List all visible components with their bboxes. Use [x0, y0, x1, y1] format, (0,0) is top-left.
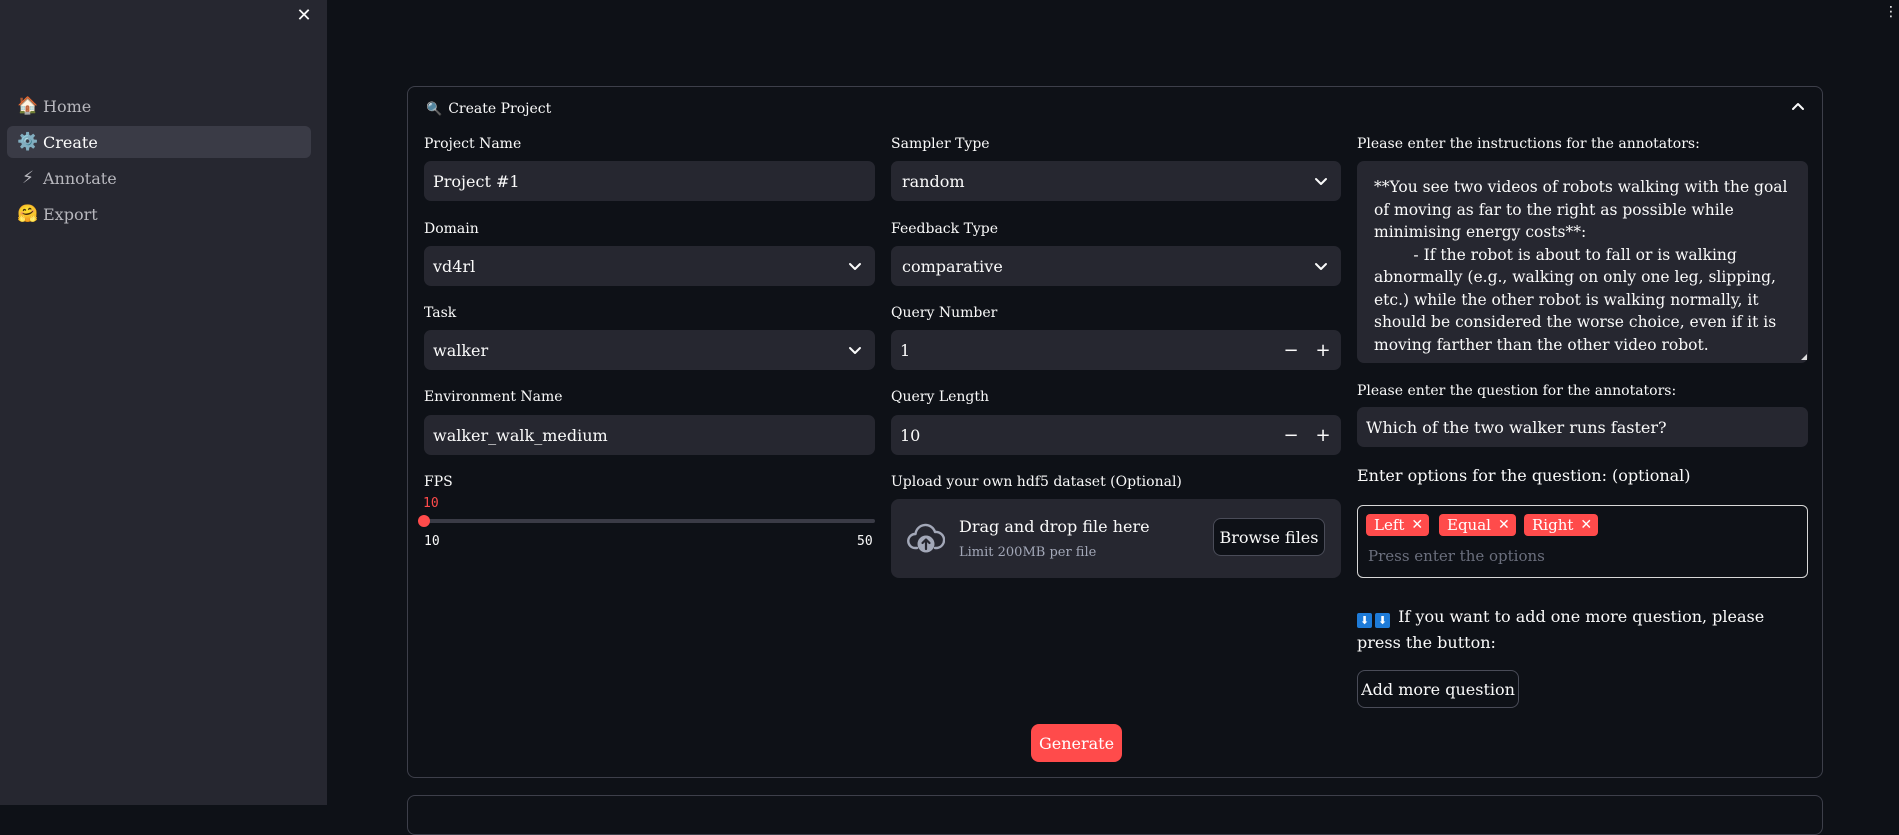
fps-slider-min: 10	[424, 534, 440, 549]
question-label: Please enter the question for the annota…	[1357, 383, 1677, 399]
increment-button[interactable]: +	[1307, 415, 1339, 455]
browse-files-button[interactable]: Browse files	[1213, 518, 1325, 556]
sampler-type-value: random	[902, 171, 965, 191]
option-tag-right: Right ✕	[1524, 514, 1599, 536]
instructions-label: Please enter the instructions for the an…	[1357, 136, 1700, 152]
query-length-label: Query Length	[891, 389, 990, 405]
fps-slider-thumb[interactable]	[418, 515, 430, 527]
hugging-face-icon: 🤗	[17, 204, 39, 224]
chevron-down-icon	[849, 347, 861, 354]
sidebar-item-label: Home	[43, 96, 92, 116]
increment-button[interactable]: +	[1307, 330, 1339, 370]
query-length-input[interactable]: 10 − +	[891, 415, 1341, 455]
feedback-type-label: Feedback Type	[891, 221, 999, 237]
close-sidebar-icon[interactable]: ✕	[294, 6, 314, 26]
environment-input[interactable]: walker_walk_medium	[424, 415, 875, 455]
project-name-label: Project Name	[424, 136, 522, 152]
remove-tag-icon[interactable]: ✕	[1411, 517, 1423, 533]
second-expander[interactable]	[407, 795, 1823, 835]
feedback-type-select[interactable]: comparative	[891, 246, 1341, 286]
question-input[interactable]: Which of the two walker runs faster?	[1357, 407, 1808, 447]
file-uploader-dropzone[interactable]: Drag and drop file here Limit 200MB per …	[891, 499, 1341, 578]
query-number-label: Query Number	[891, 305, 998, 321]
decrement-button[interactable]: −	[1275, 330, 1307, 370]
tag-label: Left	[1374, 516, 1405, 534]
sidebar-item-label: Annotate	[43, 168, 117, 188]
sampler-type-label: Sampler Type	[891, 136, 990, 152]
main-menu-icon[interactable]: ⋮	[1884, 4, 1898, 24]
sidebar-item-label: Export	[43, 204, 98, 224]
project-name-value: Project #1	[433, 171, 520, 191]
task-label: Task	[424, 305, 457, 321]
magnifier-icon: 🔍	[426, 101, 443, 117]
chevron-down-icon	[849, 263, 861, 270]
domain-label: Domain	[424, 221, 479, 237]
sampler-type-select[interactable]: random	[891, 161, 1341, 201]
fps-slider-value: 10	[423, 496, 439, 511]
down-arrow-icon: ⬇	[1357, 613, 1372, 628]
domain-select[interactable]: vd4rl	[424, 246, 875, 286]
cloud-upload-icon	[907, 523, 945, 553]
house-icon: 🏠	[17, 96, 39, 116]
task-value: walker	[433, 340, 489, 360]
sidebar-item-annotate[interactable]: ⚡ Annotate	[7, 162, 311, 194]
remove-tag-icon[interactable]: ✕	[1580, 517, 1592, 533]
options-placeholder: Press enter the options	[1368, 547, 1545, 565]
chevron-down-icon	[1315, 178, 1327, 185]
remove-tag-icon[interactable]: ✕	[1498, 517, 1510, 533]
more-question-info: ⬇ ⬇ If you want to add one more question,…	[1357, 604, 1808, 656]
upload-limit: Limit 200MB per file	[959, 545, 1097, 560]
option-tag-left: Left ✕	[1366, 514, 1430, 536]
fps-slider-max: 50	[857, 534, 873, 549]
generate-button[interactable]: Generate	[1031, 724, 1122, 762]
lightning-icon: ⚡	[22, 168, 34, 188]
add-more-question-button[interactable]: Add more question	[1357, 670, 1519, 708]
tag-label: Right	[1532, 516, 1574, 534]
fps-label: FPS	[424, 474, 453, 490]
down-arrow-icon: ⬇	[1375, 613, 1390, 628]
upload-label: Upload your own hdf5 dataset (Optional)	[891, 474, 1182, 490]
environment-value: walker_walk_medium	[433, 425, 608, 445]
sidebar-item-export[interactable]: 🤗 Export	[7, 198, 311, 230]
sidebar-item-label: Create	[43, 132, 98, 152]
query-length-value: 10	[900, 425, 921, 445]
gear-icon: ⚙️	[17, 132, 39, 152]
feedback-type-value: comparative	[902, 256, 1003, 276]
expander-title: Create Project	[448, 101, 552, 117]
query-number-value: 1	[900, 340, 911, 360]
project-name-input[interactable]: Project #1	[424, 161, 875, 201]
chevron-up-icon[interactable]	[1788, 97, 1808, 117]
sidebar: ✕ 🏠 Home ⚙️ Create ⚡ Annotate 🤗 Export	[0, 0, 327, 805]
sidebar-item-create[interactable]: ⚙️ Create	[7, 126, 311, 158]
decrement-button[interactable]: −	[1275, 415, 1307, 455]
sidebar-item-home[interactable]: 🏠 Home	[7, 90, 311, 122]
option-tag-equal: Equal ✕	[1439, 514, 1516, 536]
domain-value: vd4rl	[433, 256, 476, 276]
fps-slider-track[interactable]	[424, 519, 875, 523]
environment-label: Environment Name	[424, 389, 563, 405]
question-value: Which of the two walker runs faster?	[1366, 417, 1667, 437]
more-question-text: If you want to add one more question, pl…	[1357, 607, 1765, 652]
instructions-textarea[interactable]: **You see two videos of robots walking w…	[1357, 161, 1808, 363]
upload-title: Drag and drop file here	[959, 517, 1150, 536]
task-select[interactable]: walker	[424, 330, 875, 370]
options-multiselect[interactable]: Left ✕ Equal ✕ Right ✕ Press enter the o…	[1357, 505, 1808, 578]
chevron-down-icon	[1315, 263, 1327, 270]
sidebar-nav: 🏠 Home ⚙️ Create ⚡ Annotate 🤗 Export	[7, 90, 311, 234]
tag-label: Equal	[1447, 516, 1491, 534]
expander-header[interactable]: 🔍 Create Project	[426, 101, 551, 117]
options-label: Enter options for the question: (optiona…	[1357, 466, 1691, 485]
resize-handle-icon[interactable]	[1801, 354, 1807, 360]
query-number-input[interactable]: 1 − +	[891, 330, 1341, 370]
